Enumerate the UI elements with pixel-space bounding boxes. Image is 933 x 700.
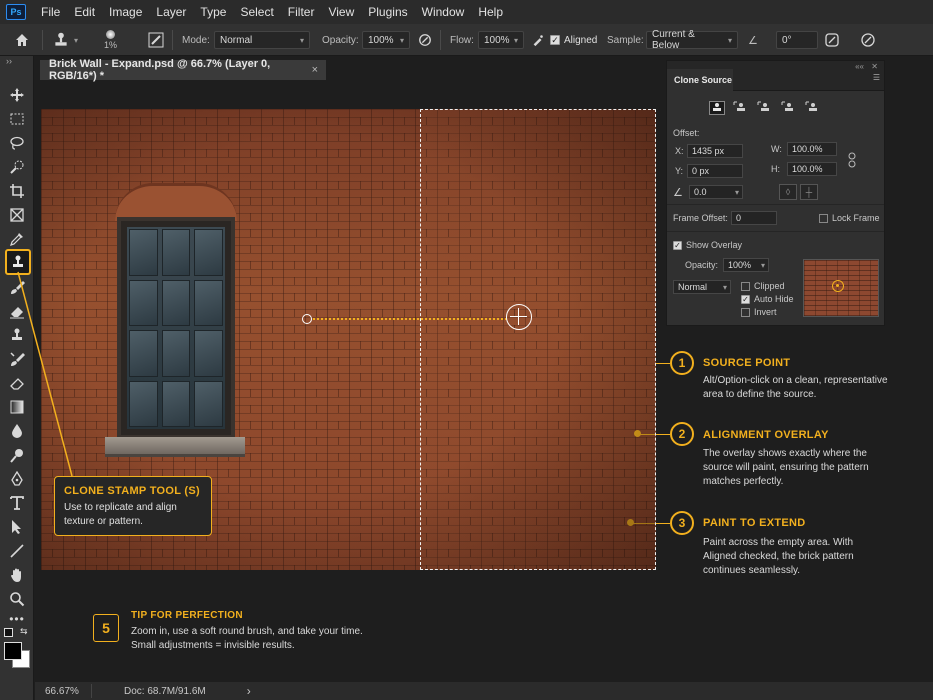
lock-frame-label: Lock Frame [832,213,880,223]
panel-menu-icon[interactable]: ☰ [873,73,880,82]
target-icon [832,280,844,292]
clone-stamp-tool-card: CLONE STAMP TOOL (S) Use to replicate an… [54,476,212,536]
w-label: W: [771,144,782,154]
rotation-angle-input[interactable]: 0.0 ▾ [689,185,743,199]
overlay-opacity-value: 100% [728,260,752,270]
lock-frame-checkbox[interactable]: Lock Frame [819,213,880,223]
invert-label: Invert [754,307,777,317]
clipped-checkbox[interactable]: Clipped [741,281,785,291]
width-scale-input[interactable]: 100.0% [787,142,837,156]
height-scale-input[interactable]: 100.0% [787,162,837,176]
overlay-opacity-label: Opacity: [685,260,719,270]
h-label: H: [771,164,780,174]
auto-hide-checkbox[interactable]: ✓ Auto Hide [741,294,794,304]
overlay-opacity-input[interactable]: 100% ▾ [723,258,769,272]
clone-source-2-icon[interactable] [733,101,749,115]
checkbox-checked-icon: ✓ [673,240,682,250]
chevron-down-icon: ▾ [722,282,727,292]
x-label: X: [675,146,684,156]
clone-source-3-icon[interactable] [757,101,773,115]
frame-offset-input[interactable]: 0 [731,211,777,225]
offset-label: Offset: [673,128,700,138]
clone-source-5-icon[interactable] [805,101,821,115]
flip-horizontal-icon: ◊ [785,187,791,197]
chevron-down-icon: ▾ [734,187,739,197]
rotation-angle-value: 0.0 [694,187,707,197]
collapse-panel-icon[interactable]: «« [855,62,864,71]
clone-source-panel: «« ✕ Clone Source ☰ Offset: X: 1435 px Y… [666,60,885,326]
invert-checkbox[interactable]: Invert [741,307,777,317]
checkbox-checked-icon: ✓ [741,294,750,304]
auto-hide-label: Auto Hide [754,294,794,304]
overlay-preview-thumbnail [803,259,879,317]
clipped-label: Clipped [754,281,785,291]
panel-title[interactable]: Clone Source [667,69,733,91]
frame-offset-label: Frame Offset: [673,213,728,223]
close-panel-icon[interactable]: ✕ [871,62,878,71]
overlay-blend-value: Normal [678,282,708,292]
clone-source-4-icon[interactable] [781,101,797,115]
rotation-angle-icon: ∠ [673,187,683,199]
flip-horizontal-button[interactable]: ◊ [779,184,797,200]
checkbox-unchecked-icon [819,213,828,223]
link-icon[interactable] [847,152,857,168]
reset-transform-button[interactable]: ┼ [800,184,818,200]
reset-icon: ┼ [805,187,813,197]
chevron-down-icon: ▾ [760,260,765,270]
offset-x-input[interactable]: 1435 px [687,144,743,158]
clone-source-1-icon[interactable] [709,101,725,115]
checkbox-unchecked-icon [741,307,750,317]
show-overlay-checkbox[interactable]: ✓ Show Overlay [673,240,742,250]
checkbox-unchecked-icon [741,281,750,291]
tool-card-body: Use to replicate and align texture or pa… [64,502,177,527]
show-overlay-label: Show Overlay [686,240,743,250]
y-label: Y: [675,166,684,176]
tool-card-title: CLONE STAMP TOOL (S) [64,485,200,497]
offset-y-input[interactable]: 0 px [687,164,743,178]
overlay-blend-select[interactable]: Normal ▾ [673,280,731,294]
